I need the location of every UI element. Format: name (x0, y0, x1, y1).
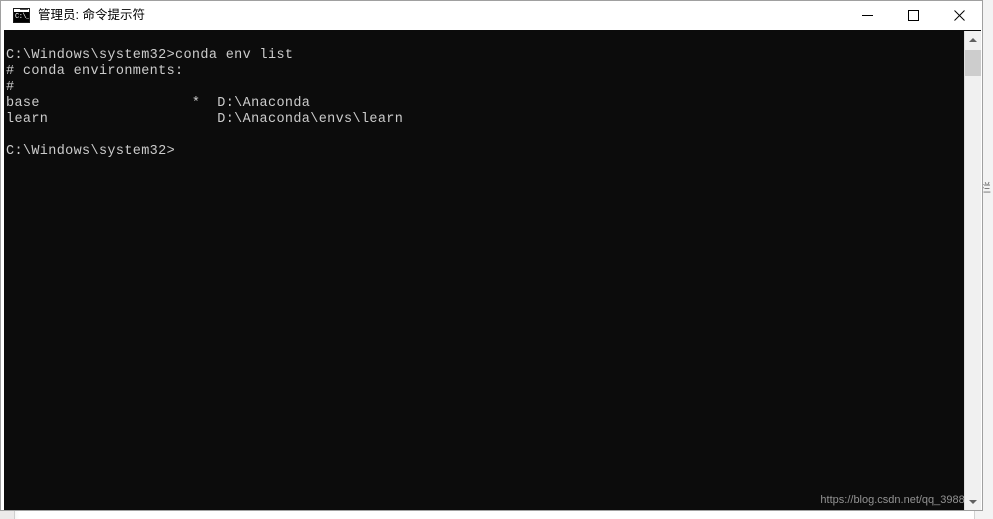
terminal-text: C:\Windows\system32>conda env list # con… (6, 47, 404, 159)
icon-screen-glyph: C:\_ (14, 12, 29, 22)
terminal-output-area[interactable]: C:\Windows\system32>conda env list # con… (4, 30, 981, 510)
maximize-icon (907, 10, 919, 21)
vertical-scrollbar[interactable] (964, 31, 981, 510)
scroll-up-arrow-icon (969, 37, 977, 42)
close-button[interactable] (936, 1, 982, 30)
window-controls (844, 1, 982, 30)
scrollbar-track[interactable] (965, 48, 981, 493)
close-icon (953, 10, 965, 21)
scroll-up-button[interactable] (965, 31, 981, 48)
minimize-button[interactable] (844, 1, 890, 30)
scroll-down-button[interactable] (965, 493, 981, 510)
window-title: 管理员: 命令提示符 (38, 8, 145, 22)
maximize-button[interactable] (890, 1, 936, 30)
scrollbar-thumb[interactable] (965, 50, 981, 76)
command-prompt-window: C:\_ 管理员: 命令提示符 C:\Windows\system32>cond… (0, 0, 983, 511)
scroll-down-arrow-icon (969, 499, 977, 504)
title-bar[interactable]: C:\_ 管理员: 命令提示符 (1, 1, 982, 30)
cmd-console-icon: C:\_ (13, 8, 30, 23)
minimize-icon (861, 15, 873, 16)
watermark-url: https://blog.csdn.net/qq_398894 (820, 494, 977, 506)
